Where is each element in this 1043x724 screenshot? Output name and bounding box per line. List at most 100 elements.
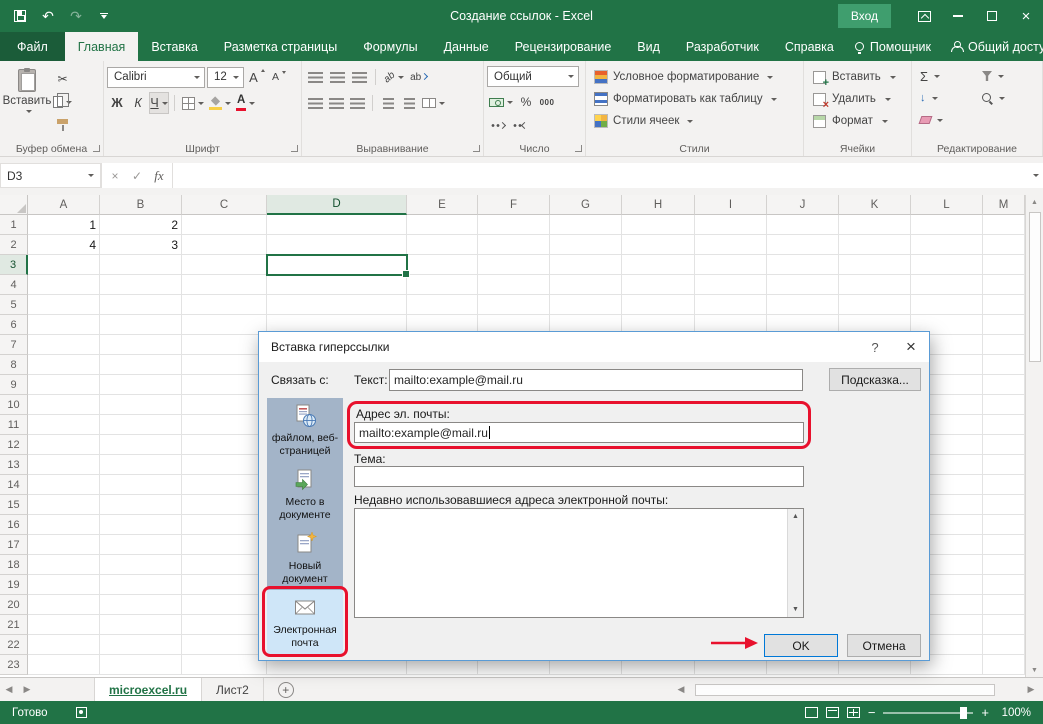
zoom-percent[interactable]: 100%	[997, 707, 1031, 719]
increase-decimal-button[interactable]	[487, 114, 507, 136]
row-header-10[interactable]: 10	[0, 395, 28, 415]
row-header-7[interactable]: 7	[0, 335, 28, 355]
cell-G4[interactable]	[550, 275, 622, 295]
percent-style-button[interactable]: %	[516, 91, 536, 113]
cell-I4[interactable]	[695, 275, 767, 295]
font-dialog-launcher[interactable]	[290, 144, 299, 153]
row-header-12[interactable]: 12	[0, 435, 28, 455]
cell-A19[interactable]	[28, 575, 100, 595]
listbox-scroll-down-arrow[interactable]: ▼	[792, 602, 799, 617]
cell-A11[interactable]	[28, 415, 100, 435]
cell-C15[interactable]	[182, 495, 267, 515]
zoom-slider[interactable]	[883, 712, 973, 714]
tab-review[interactable]: Рецензирование	[502, 32, 625, 61]
zoom-out-button[interactable]: −	[868, 705, 876, 720]
tab-formulas[interactable]: Формулы	[350, 32, 430, 61]
formula-bar-expand-button[interactable]	[1025, 163, 1043, 188]
cell-B15[interactable]	[100, 495, 182, 515]
recent-addresses-listbox[interactable]: ▲ ▼	[354, 508, 804, 618]
row-header-23[interactable]: 23	[0, 655, 28, 675]
row-header-4[interactable]: 4	[0, 275, 28, 295]
conditional-formatting-button[interactable]: Условное форматирование	[589, 66, 800, 88]
link-to-file-webpage-option[interactable]: файлом, веб-страницей	[267, 398, 343, 462]
column-header-I[interactable]: I	[695, 195, 767, 215]
cell-A14[interactable]	[28, 475, 100, 495]
font-color-button[interactable]: А	[234, 92, 257, 114]
undo-button[interactable]: ↶	[34, 2, 62, 30]
cell-B18[interactable]	[100, 555, 182, 575]
horizontal-scrollbar-track[interactable]	[691, 683, 1021, 697]
page-layout-view-button[interactable]	[826, 707, 839, 718]
cell-E2[interactable]	[407, 235, 478, 255]
subject-input[interactable]	[354, 466, 804, 487]
cell-B22[interactable]	[100, 635, 182, 655]
signin-button[interactable]: Вход	[838, 4, 891, 28]
format-cells-button[interactable]: Формат	[807, 110, 908, 132]
cell-H2[interactable]	[622, 235, 695, 255]
column-header-J[interactable]: J	[767, 195, 839, 215]
close-button[interactable]: ×	[1009, 0, 1043, 32]
row-header-21[interactable]: 21	[0, 615, 28, 635]
select-all-corner[interactable]	[0, 195, 28, 215]
ribbon-display-options-button[interactable]	[907, 0, 941, 32]
hscroll-right-arrow[interactable]: ▶	[1023, 684, 1039, 695]
maximize-button[interactable]	[975, 0, 1009, 32]
cell-M14[interactable]	[983, 475, 1025, 495]
insert-function-button[interactable]: fx	[148, 168, 170, 184]
cell-C14[interactable]	[182, 475, 267, 495]
row-header-2[interactable]: 2	[0, 235, 28, 255]
cell-J2[interactable]	[767, 235, 839, 255]
tab-help[interactable]: Справка	[772, 32, 847, 61]
font-size-combo[interactable]: 12	[207, 67, 244, 88]
column-header-M[interactable]: M	[983, 195, 1025, 215]
cell-H4[interactable]	[622, 275, 695, 295]
enter-entry-button[interactable]: ✓	[126, 169, 148, 183]
row-header-17[interactable]: 17	[0, 535, 28, 555]
scroll-down-arrow[interactable]: ▼	[1031, 663, 1038, 677]
cell-A7[interactable]	[28, 335, 100, 355]
cell-M22[interactable]	[983, 635, 1025, 655]
column-header-C[interactable]: C	[182, 195, 267, 215]
cell-B14[interactable]	[100, 475, 182, 495]
hscroll-left-arrow[interactable]: ◀	[673, 684, 689, 695]
cell-D3[interactable]	[267, 255, 407, 275]
comma-style-button[interactable]: 000	[537, 91, 557, 113]
merge-center-button[interactable]	[420, 92, 447, 114]
cell-C21[interactable]	[182, 615, 267, 635]
cell-C20[interactable]	[182, 595, 267, 615]
row-header-5[interactable]: 5	[0, 295, 28, 315]
sheet-tab-list2[interactable]: Лист2	[202, 678, 264, 701]
tab-home[interactable]: Главная	[65, 32, 139, 61]
cell-J5[interactable]	[767, 295, 839, 315]
cell-M3[interactable]	[983, 255, 1025, 275]
display-text-input[interactable]: mailto:example@mail.ru	[389, 369, 803, 391]
redo-button[interactable]: ↷	[62, 2, 90, 30]
sort-filter-button[interactable]	[977, 71, 1039, 81]
column-header-B[interactable]: B	[100, 195, 182, 215]
format-as-table-button[interactable]: Форматировать как таблицу	[589, 88, 800, 110]
cell-B6[interactable]	[100, 315, 182, 335]
cell-C23[interactable]	[182, 655, 267, 675]
cell-J3[interactable]	[767, 255, 839, 275]
cell-E4[interactable]	[407, 275, 478, 295]
font-name-combo[interactable]: Calibri	[107, 67, 205, 88]
listbox-scroll-up-arrow[interactable]: ▲	[792, 509, 799, 524]
cell-C19[interactable]	[182, 575, 267, 595]
cancel-button[interactable]: Отмена	[847, 634, 921, 657]
cell-C18[interactable]	[182, 555, 267, 575]
cell-A2[interactable]: 4	[28, 235, 100, 255]
number-dialog-launcher[interactable]	[574, 144, 583, 153]
column-header-L[interactable]: L	[911, 195, 983, 215]
accounting-format-button[interactable]	[487, 91, 515, 113]
cell-A1[interactable]: 1	[28, 215, 100, 235]
cell-B21[interactable]	[100, 615, 182, 635]
ok-button[interactable]: OK	[764, 634, 838, 657]
row-header-9[interactable]: 9	[0, 375, 28, 395]
save-button[interactable]	[6, 2, 34, 30]
sheet-nav-left-button[interactable]: ◀	[0, 684, 18, 695]
row-header-19[interactable]: 19	[0, 575, 28, 595]
column-header-D[interactable]: D	[267, 195, 407, 215]
cell-A18[interactable]	[28, 555, 100, 575]
zoom-slider-thumb[interactable]	[960, 707, 967, 719]
row-header-20[interactable]: 20	[0, 595, 28, 615]
